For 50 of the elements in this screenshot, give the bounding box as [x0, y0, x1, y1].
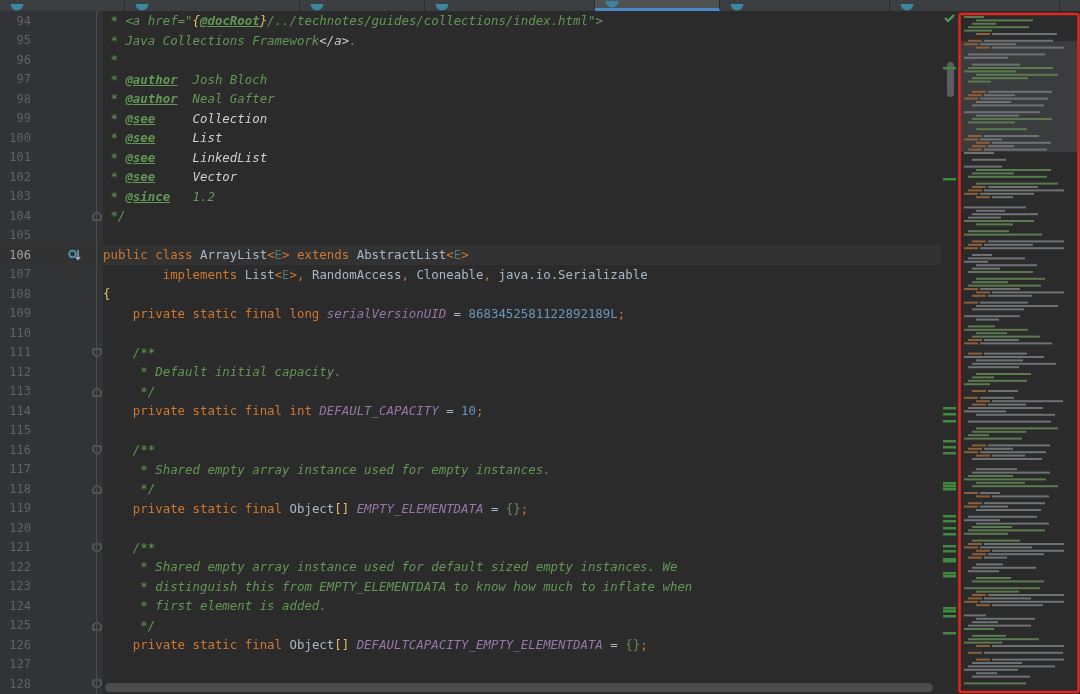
code-line: * <a href="{@docRoot}/../technotes/guides/collections/index.html"> [109, 12, 603, 30]
code-line: * @author Neal Gafter [109, 90, 275, 108]
fold-icon[interactable] [92, 211, 102, 221]
code-line: private static final Object[] DEFAULTCAPACITY_EMPTY_ELEMENTDATA = {}; [131, 636, 648, 654]
fold-icon[interactable] [92, 347, 102, 358]
code-line: * Java Collections Framework</a>. [109, 31, 357, 50]
fold-icon[interactable] [92, 484, 102, 494]
code-line: * @since 1.2 [109, 187, 215, 206]
fold-icon[interactable] [92, 542, 102, 553]
code-line: { [103, 285, 111, 303]
code-line: /** [131, 538, 156, 557]
class-icon [10, 4, 24, 11]
code-line: * @see List [109, 129, 223, 147]
implemented-icon[interactable] [68, 249, 81, 261]
code-line: * Shared empty array instance used for default sized empty instances. We [139, 558, 678, 576]
class-icon [730, 4, 744, 11]
code-line: public class ArrayList<E> extends AbstractList<E> [103, 246, 469, 264]
class-icon [135, 4, 149, 11]
code-line: */ [139, 382, 156, 401]
code-line: private static final Object[] EMPTY_ELEMENTDATA = {}; [131, 499, 529, 518]
code-line: */ [139, 616, 156, 635]
code-line: private static final long serialVersionUID = 8683452581122892189L; [131, 304, 626, 323]
editor-tab[interactable] [595, 0, 720, 11]
code-line: * @see LinkedList [109, 148, 268, 167]
code-line: /** [131, 343, 156, 362]
code-line: * [109, 51, 118, 69]
class-icon [435, 4, 449, 11]
code-line: * @see Vector [109, 168, 238, 186]
code-line: */ [109, 207, 126, 225]
code-line: * @author Josh Bloch [109, 70, 268, 89]
fold-icon[interactable] [92, 386, 102, 397]
code-line: * first element is added. [139, 597, 327, 615]
code-line: /** [131, 441, 156, 459]
fold-icon[interactable] [92, 679, 102, 689]
code-line: * Default initial capacity. [139, 363, 342, 381]
check-icon [944, 14, 955, 23]
code-line: * Shared empty array instance used for empty instances. [139, 460, 551, 479]
fold-icon[interactable] [92, 620, 102, 631]
class-icon [605, 1, 619, 8]
code-line: private static final int DEFAULT_CAPACITY = 10; [131, 402, 484, 420]
vertical-scrollbar[interactable] [947, 62, 954, 97]
horizontal-scrollbar[interactable] [105, 683, 933, 692]
code-line: */ [139, 480, 156, 498]
code-line: implements List<E>, RandomAccess, Cloneable, java.io.Serializable [161, 265, 648, 284]
code-line: * @see Collection [109, 109, 268, 128]
line-number: 106 [8, 247, 31, 262]
class-icon [310, 4, 324, 11]
class-icon [900, 4, 914, 11]
fold-icon[interactable] [92, 445, 102, 455]
code-line: * distinguish this from EMPTY_ELEMENTDATA to know how much to inflate when [139, 577, 693, 596]
